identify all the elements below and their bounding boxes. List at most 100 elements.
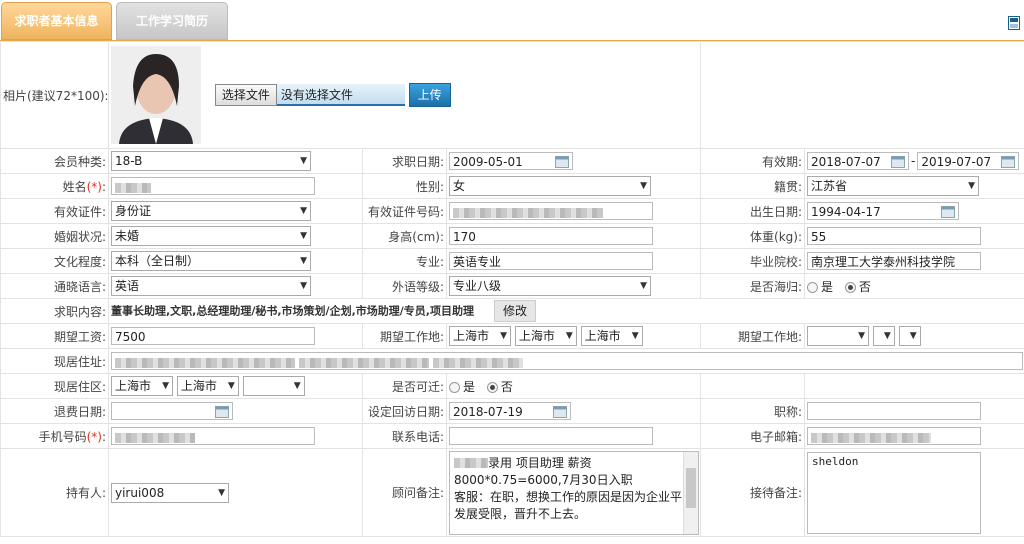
valid-from-input[interactable]: 2018-07-07 xyxy=(807,152,910,170)
callback-date-label: 设定回访日期: xyxy=(362,398,447,424)
address-input[interactable] xyxy=(111,352,1023,370)
file-status-text: 没有选择文件 xyxy=(276,84,405,106)
email-label: 电子邮箱: xyxy=(700,423,806,449)
choose-file-button[interactable]: 选择文件 xyxy=(214,84,277,106)
name-label: 姓名(*): xyxy=(0,173,109,199)
work-place2-district-select[interactable] xyxy=(898,326,921,346)
salary-label: 期望工资: xyxy=(0,323,109,349)
callback-date-input[interactable]: 2018-07-19 xyxy=(449,402,571,420)
language-label: 通晓语言: xyxy=(0,273,109,299)
work-place2-province-select[interactable] xyxy=(807,326,870,346)
work-place2-city-select[interactable] xyxy=(872,326,895,346)
email-input[interactable] xyxy=(807,427,982,445)
job-date-input[interactable]: 2009-05-01 xyxy=(449,152,573,170)
calendar-icon[interactable] xyxy=(1001,156,1016,168)
period-separator: - xyxy=(911,153,916,168)
refund-date-input[interactable] xyxy=(111,402,233,420)
language-select[interactable]: 英语 xyxy=(111,276,311,296)
calendar-icon[interactable] xyxy=(553,406,567,418)
calendar-icon[interactable] xyxy=(941,206,956,218)
work-place-province-select[interactable]: 上海市 xyxy=(449,326,511,346)
refund-date-label: 退费日期: xyxy=(0,398,109,424)
tab-basic-info[interactable]: 求职者基本信息 xyxy=(1,2,112,40)
native-select[interactable]: 江苏省 xyxy=(807,176,980,196)
weight-input[interactable]: 55 xyxy=(807,227,982,245)
id-number-label: 有效证件号码: xyxy=(362,198,447,224)
mobile-label: 手机号码(*): xyxy=(0,423,109,449)
id-type-select[interactable]: 身份证 xyxy=(111,201,311,221)
lang-level-label: 外语等级: xyxy=(362,273,447,299)
address-label: 现居住址: xyxy=(0,348,109,374)
work-place-city-select[interactable]: 上海市 xyxy=(514,326,577,346)
salary-input[interactable]: 7500 xyxy=(111,327,315,345)
returnee-label: 是否海归: xyxy=(700,273,806,299)
district-label: 现居住区: xyxy=(0,373,109,399)
calendar-icon[interactable] xyxy=(215,406,229,418)
relocate-yes-label: 是 xyxy=(463,379,476,394)
gender-label: 性别: xyxy=(362,173,447,199)
valid-to-input[interactable]: 2019-07-07 xyxy=(917,152,1020,170)
school-input[interactable]: 南京理工大学泰州科技学院 xyxy=(807,252,982,270)
height-label: 身高(cm): xyxy=(362,223,447,249)
reception-note-textarea[interactable]: sheldon xyxy=(807,452,982,534)
title-input[interactable] xyxy=(807,402,982,420)
work-place2-label: 期望工作地: xyxy=(700,323,806,349)
district-area-select[interactable] xyxy=(242,376,305,396)
title-label: 职称: xyxy=(700,398,806,424)
school-label: 毕业院校: xyxy=(700,248,806,274)
save-icon[interactable] xyxy=(1008,16,1020,30)
reception-note-label: 接待备注: xyxy=(700,448,806,537)
major-label: 专业: xyxy=(362,248,447,274)
education-label: 文化程度: xyxy=(0,248,109,274)
holder-select[interactable]: yirui008 xyxy=(111,482,229,503)
birth-input[interactable]: 1994-04-17 xyxy=(807,202,960,220)
relocate-yes-radio[interactable] xyxy=(449,381,460,393)
weight-label: 体重(kg): xyxy=(700,223,806,249)
job-content-label: 求职内容: xyxy=(0,298,109,324)
holder-label: 持有人: xyxy=(0,448,109,537)
valid-period-label: 有效期: xyxy=(700,148,806,174)
member-type-select[interactable]: 18-B xyxy=(111,151,311,171)
tab-bar: 求职者基本信息 工作学习简历 xyxy=(0,0,1024,42)
relocate-label: 是否可迁: xyxy=(362,373,447,399)
candidate-form: 相片(建议72*100): 选择文件没有选择文件 上传 会员种类: 18-B 求… xyxy=(0,41,1024,537)
consultant-note-label: 顾问备注: xyxy=(362,448,447,537)
education-select[interactable]: 本科（全日制） xyxy=(111,251,311,271)
returnee-yes-label: 是 xyxy=(821,279,834,294)
returnee-no-radio[interactable] xyxy=(844,281,856,293)
work-place-district-select[interactable]: 上海市 xyxy=(580,326,643,346)
district-city-select[interactable]: 上海市 xyxy=(176,376,239,396)
name-input[interactable] xyxy=(111,177,315,195)
id-number-input[interactable] xyxy=(449,202,653,220)
tab-work-study-resume[interactable]: 工作学习简历 xyxy=(116,2,228,40)
marital-select[interactable]: 未婚 xyxy=(111,226,311,246)
photo-label: 相片(建议72*100): xyxy=(0,41,109,149)
avatar xyxy=(111,46,201,144)
district-province-select[interactable]: 上海市 xyxy=(111,376,173,396)
phone-input[interactable] xyxy=(449,427,653,445)
work-place-label: 期望工作地: xyxy=(362,323,447,349)
marital-label: 婚姻状况: xyxy=(0,223,109,249)
birth-label: 出生日期: xyxy=(700,198,806,224)
calendar-icon[interactable] xyxy=(555,156,569,168)
phone-label: 联系电话: xyxy=(362,423,447,449)
height-input[interactable]: 170 xyxy=(449,227,653,245)
job-content-text: 董事长助理,文职,总经理助理/秘书,市场策划/企划,市场助理/专员,项目助理 xyxy=(111,304,474,318)
upload-button[interactable]: 上传 xyxy=(408,83,451,107)
mobile-input[interactable] xyxy=(111,427,315,445)
lang-level-select[interactable]: 专业八级 xyxy=(449,276,651,296)
id-type-label: 有效证件: xyxy=(0,198,109,224)
relocate-no-radio[interactable] xyxy=(486,381,498,393)
relocate-no-label: 否 xyxy=(500,379,513,394)
returnee-yes-radio[interactable] xyxy=(807,281,819,293)
edit-button[interactable]: 修改 xyxy=(493,300,536,322)
native-label: 籍贯: xyxy=(700,173,806,199)
major-input[interactable]: 英语专业 xyxy=(449,252,653,270)
consultant-note-textarea[interactable]: 录用 项目助理 薪资 8000*0.75=6000,7月30日入职 客服：在职，… xyxy=(449,450,699,535)
job-date-label: 求职日期: xyxy=(362,148,447,174)
returnee-no-label: 否 xyxy=(858,279,871,294)
scrollbar[interactable] xyxy=(683,451,698,534)
calendar-icon[interactable] xyxy=(891,156,906,168)
member-type-label: 会员种类: xyxy=(0,148,109,174)
gender-select[interactable]: 女 xyxy=(449,176,651,196)
